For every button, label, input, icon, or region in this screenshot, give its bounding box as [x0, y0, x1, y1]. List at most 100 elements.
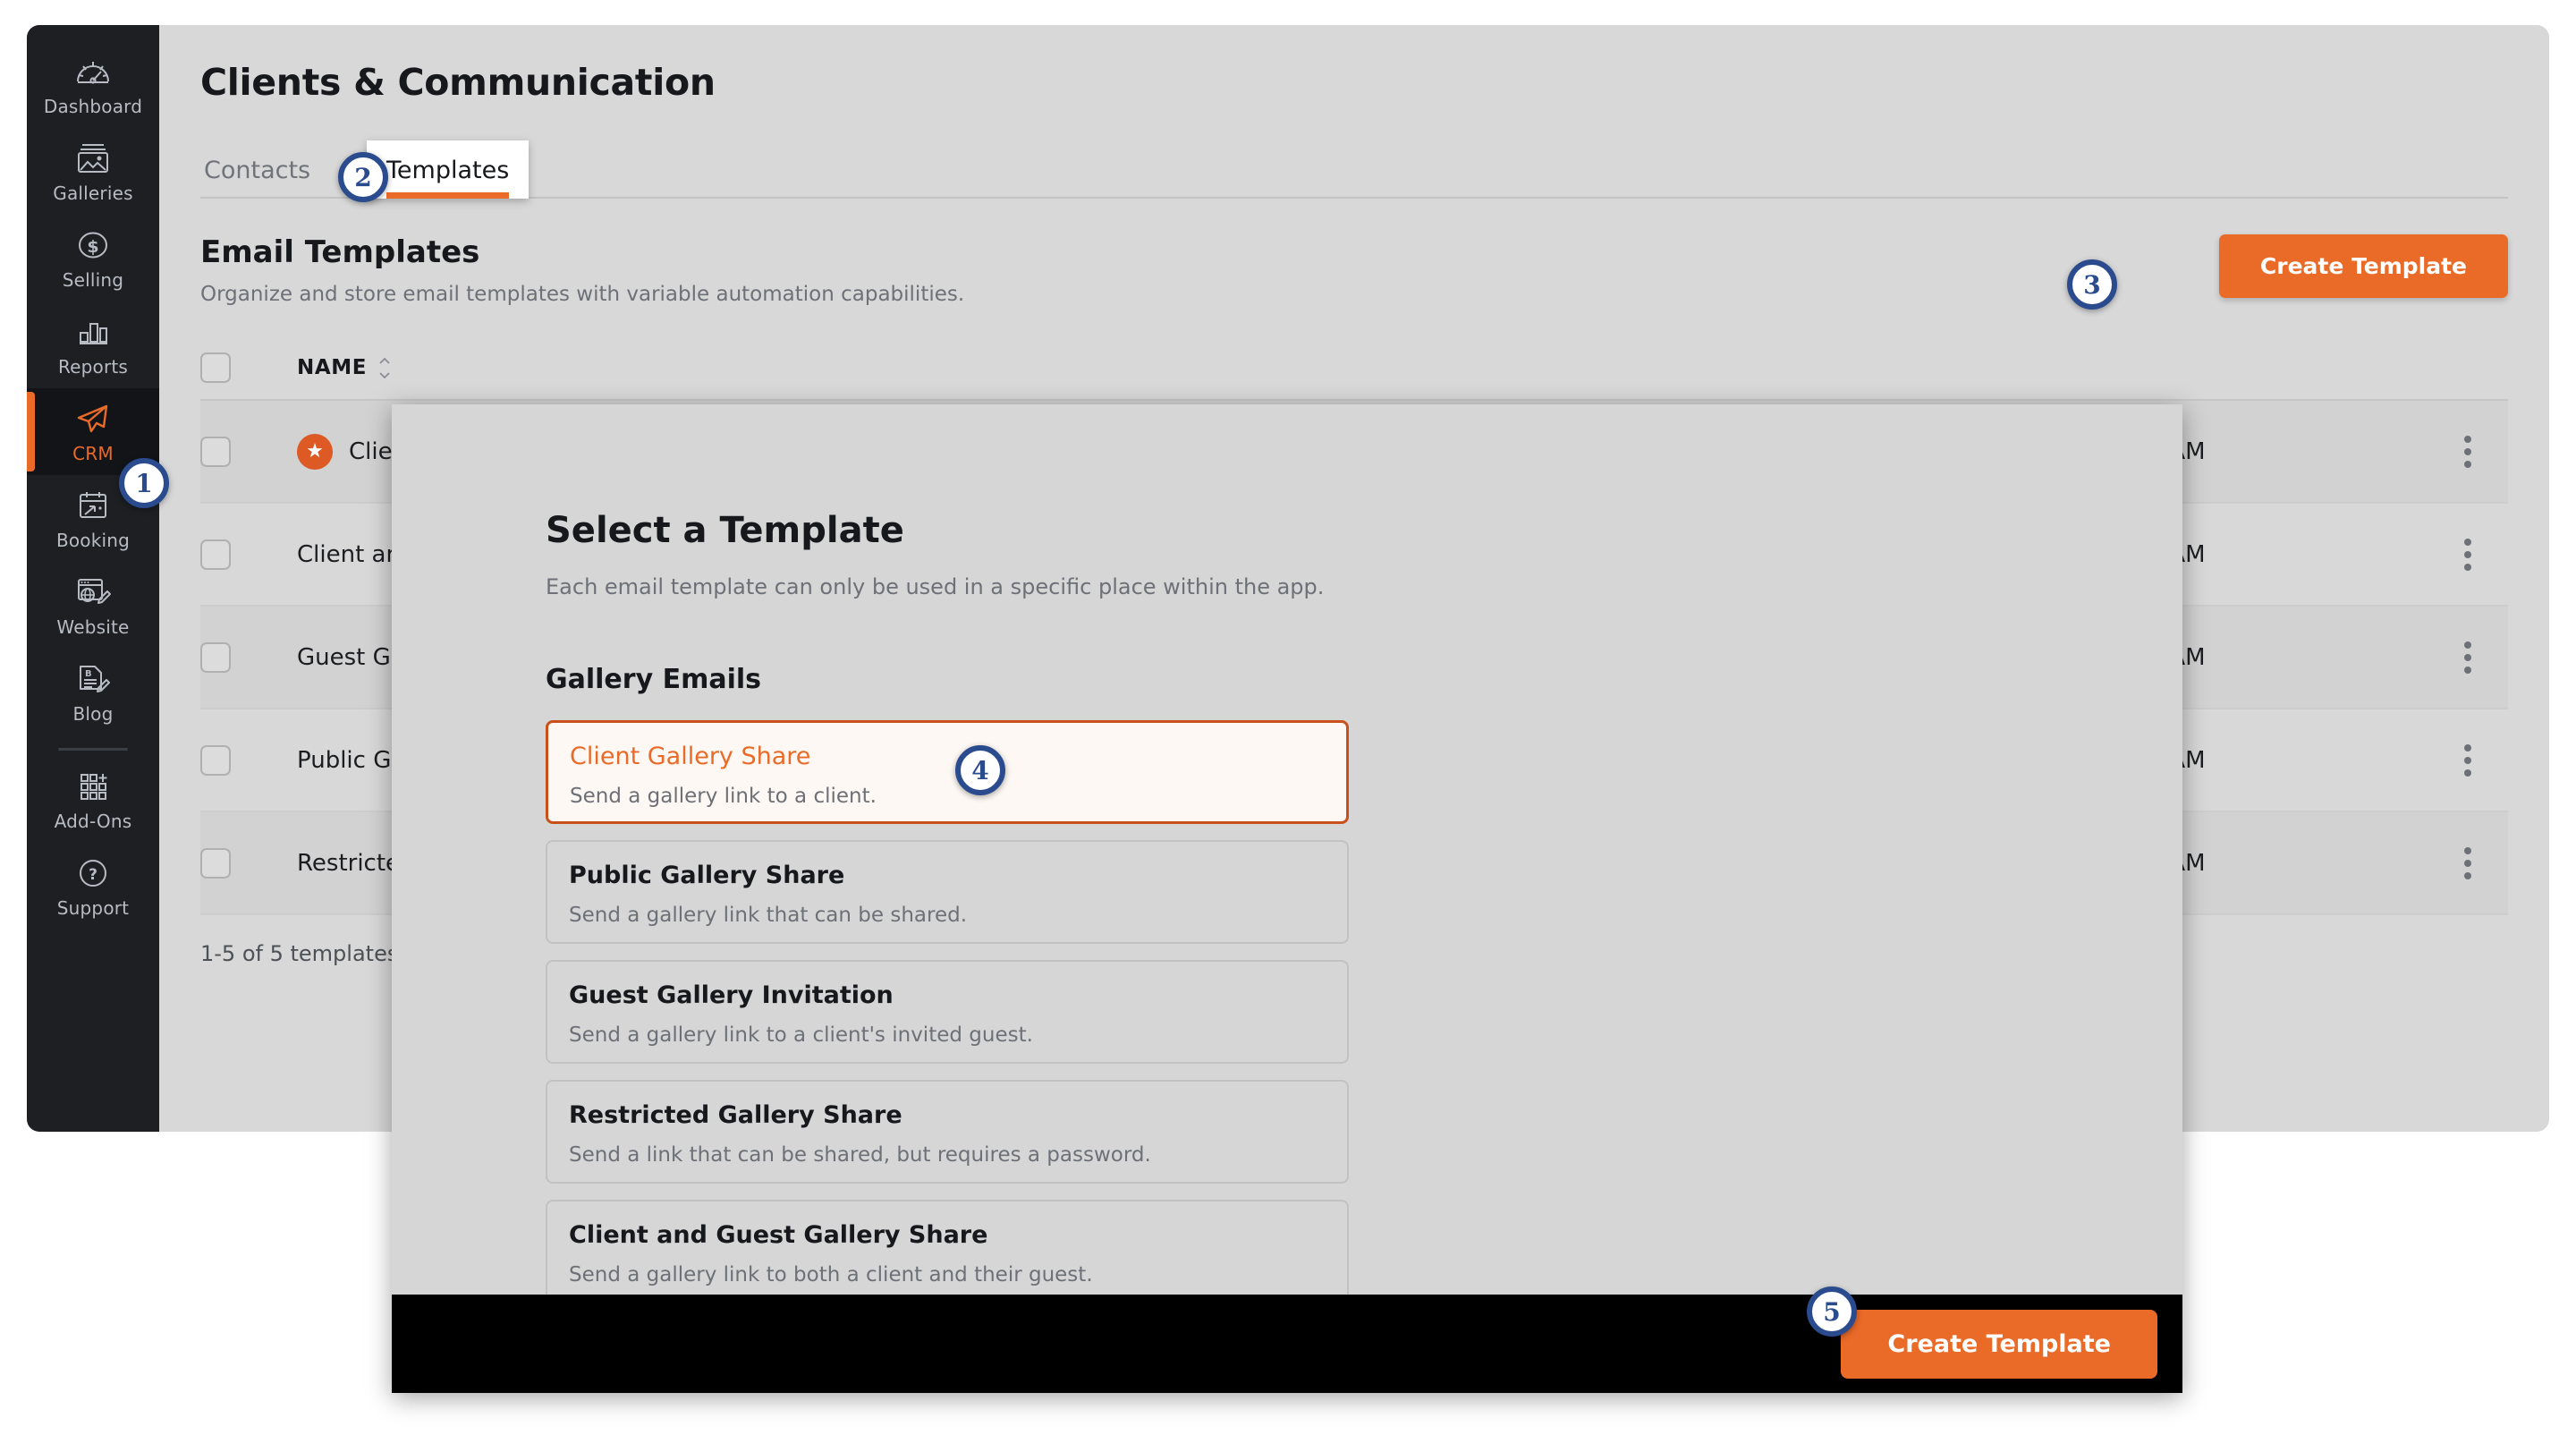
screenshot-root: Dashboard Galleries $ Selling Reports [0, 0, 2576, 1435]
select-all-checkbox[interactable] [200, 352, 231, 383]
row-actions-button[interactable] [2428, 641, 2508, 674]
select-all-cell [200, 352, 297, 383]
sidebar-divider [58, 748, 128, 751]
sidebar: Dashboard Galleries $ Selling Reports [27, 25, 159, 1132]
tab-contacts[interactable]: Contacts [200, 157, 314, 199]
column-header-name-label: NAME [297, 356, 367, 379]
sidebar-item-reports[interactable]: Reports [27, 301, 159, 388]
gauge-icon [72, 54, 114, 89]
step-badge-2: 2 [338, 152, 388, 202]
section-subtitle: Organize and store email templates with … [200, 283, 964, 306]
sidebar-item-dashboard[interactable]: Dashboard [27, 41, 159, 128]
row-select-cell [200, 642, 297, 673]
step-badge-4: 4 [955, 745, 1005, 795]
template-card-public-gallery-share[interactable]: Public Gallery Share Send a gallery link… [546, 840, 1349, 944]
template-card-subtitle: Send a link that can be shared, but requ… [569, 1143, 1326, 1167]
grid-plus-icon [72, 768, 114, 804]
image-icon [72, 140, 114, 176]
row-select-cell [200, 848, 297, 879]
row-select-cell [200, 539, 297, 570]
template-card-title: Restricted Gallery Share [569, 1101, 1326, 1129]
star-icon: ★ [297, 434, 333, 470]
row-checkbox[interactable] [200, 848, 231, 879]
svg-text:?: ? [89, 866, 97, 884]
section-title: Email Templates [200, 234, 964, 270]
sidebar-item-add-ons[interactable]: Add-Ons [27, 756, 159, 843]
row-actions-button[interactable] [2428, 436, 2508, 468]
sidebar-item-website[interactable]: Website [27, 562, 159, 649]
row-actions-button[interactable] [2428, 847, 2508, 879]
sidebar-item-selling[interactable]: $ Selling [27, 215, 159, 301]
sidebar-item-galleries[interactable]: Galleries [27, 128, 159, 215]
template-card-title: Guest Gallery Invitation [569, 981, 1326, 1009]
template-card-title: Public Gallery Share [569, 862, 1326, 889]
document-pencil-icon: B [72, 661, 114, 697]
sidebar-item-label: Reports [58, 356, 128, 378]
kebab-menu-icon[interactable] [2464, 641, 2471, 674]
sidebar-item-label: Blog [72, 703, 113, 725]
select-template-modal: Select a Template Each email template ca… [392, 404, 2182, 1393]
step-badge-1: 1 [119, 458, 169, 508]
tab-bar: Contacts Templates [200, 143, 2508, 199]
sidebar-item-blog[interactable]: B Blog [27, 649, 159, 735]
template-card-subtitle: Send a gallery link to both a client and… [569, 1263, 1326, 1286]
svg-text:B: B [85, 669, 92, 679]
create-template-button[interactable]: Create Template [2219, 234, 2508, 298]
sidebar-item-label: Dashboard [44, 96, 142, 117]
paper-plane-icon [72, 401, 114, 437]
row-checkbox[interactable] [200, 642, 231, 673]
tab-templates[interactable]: Templates [367, 140, 529, 199]
svg-text:$: $ [87, 237, 98, 257]
template-card-grid: Client Gallery Share Send a gallery link… [546, 720, 2029, 1303]
step-badge-5: 5 [1807, 1286, 1857, 1337]
page-title: Clients & Communication [200, 61, 2508, 104]
template-card-client-gallery-share[interactable]: Client Gallery Share Send a gallery link… [546, 720, 1349, 824]
question-circle-icon: ? [72, 855, 114, 891]
row-name-label: Public Ga [297, 747, 405, 774]
template-card-subtitle: Send a gallery link that can be shared. [569, 904, 1326, 927]
section-header-text: Email Templates Organize and store email… [200, 234, 964, 306]
browser-globe-pencil-icon [72, 574, 114, 610]
template-card-restricted-gallery-share[interactable]: Restricted Gallery Share Send a link tha… [546, 1080, 1349, 1184]
row-select-cell [200, 745, 297, 776]
kebab-menu-icon[interactable] [2464, 436, 2471, 468]
modal-body: Select a Template Each email template ca… [392, 404, 2182, 1303]
kebab-menu-icon[interactable] [2464, 744, 2471, 777]
template-card-subtitle: Send a gallery link to a client's invite… [569, 1023, 1326, 1047]
template-card-title: Client Gallery Share [570, 743, 1325, 770]
calendar-arrow-icon [72, 488, 114, 523]
modal-footer: Create Template [392, 1295, 2182, 1393]
sidebar-item-label: Galleries [53, 183, 132, 204]
row-checkbox[interactable] [200, 437, 231, 467]
template-card-title: Client and Guest Gallery Share [569, 1221, 1326, 1249]
row-checkbox[interactable] [200, 745, 231, 776]
tab-underline-rule [200, 197, 2508, 199]
column-header-name[interactable]: NAME [297, 356, 2132, 379]
sort-icon[interactable] [377, 358, 392, 378]
step-badge-3: 3 [2067, 259, 2117, 310]
modal-create-template-button[interactable]: Create Template [1841, 1310, 2157, 1379]
sidebar-item-support[interactable]: ? Support [27, 843, 159, 930]
row-actions-button[interactable] [2428, 744, 2508, 777]
sidebar-item-label: Add-Ons [55, 811, 132, 832]
sidebar-item-label: Booking [56, 530, 130, 551]
template-card-client-and-guest-gallery-share[interactable]: Client and Guest Gallery Share Send a ga… [546, 1200, 1349, 1303]
sidebar-item-label: Support [57, 897, 129, 919]
modal-subtitle: Each email template can only be used in … [546, 574, 2029, 599]
row-checkbox[interactable] [200, 539, 231, 570]
dollar-circle-icon: $ [72, 227, 114, 263]
row-actions-button[interactable] [2428, 539, 2508, 571]
section-header: Email Templates Organize and store email… [200, 234, 2508, 306]
sidebar-item-label: Selling [63, 269, 123, 291]
kebab-menu-icon[interactable] [2464, 847, 2471, 879]
modal-group-title: Gallery Emails [546, 664, 2029, 695]
template-card-subtitle: Send a gallery link to a client. [570, 785, 1325, 808]
table-header-row: NAME [200, 336, 2508, 401]
modal-title: Select a Template [546, 510, 2029, 551]
row-select-cell [200, 437, 297, 467]
template-card-guest-gallery-invitation[interactable]: Guest Gallery Invitation Send a gallery … [546, 960, 1349, 1064]
kebab-menu-icon[interactable] [2464, 539, 2471, 571]
sidebar-item-label: CRM [72, 443, 114, 464]
sidebar-item-label: Website [56, 616, 129, 638]
bar-chart-icon [72, 314, 114, 350]
